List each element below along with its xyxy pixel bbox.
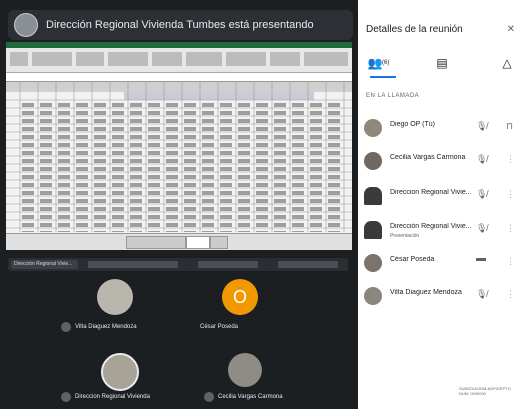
participant-tile[interactable]: Cecilia Vargas Carmona <box>200 345 330 405</box>
presenter-avatar <box>14 13 38 37</box>
mic-icon <box>61 392 71 402</box>
presenting-banner: Dirección Regional Vivienda Tumbes está … <box>8 10 353 40</box>
excel-ribbon <box>6 48 352 73</box>
more-options-icon[interactable]: ⋮ <box>506 154 515 165</box>
avatar-initial: O <box>232 286 247 307</box>
participant-status: Presentación <box>390 233 420 239</box>
mic-off-icon[interactable]: 🎙︎̸ <box>476 189 487 200</box>
presenter-label: Dirección Regional Vivie... <box>11 260 78 269</box>
presenter-strip: Dirección Regional Vivie... <box>8 258 348 271</box>
avatar <box>228 353 262 387</box>
participant-name: Dirección Regional Vivie... <box>390 223 472 230</box>
avatar: O <box>222 279 258 315</box>
avatar <box>364 254 382 272</box>
sheet-tabs <box>6 233 352 250</box>
avatar <box>364 152 382 170</box>
tile-name: Direccion Regional Vivienda <box>75 394 150 400</box>
participant-name: Diego OP (Tú) <box>390 121 435 128</box>
more-options-icon[interactable]: ⋮ <box>506 256 515 267</box>
speaking-icon: ▬ <box>476 253 486 264</box>
chat-tab-icon[interactable]: ▤ <box>433 56 451 72</box>
participant-row[interactable]: Dirección Regional Vivie... Presentación… <box>358 217 521 245</box>
close-icon[interactable]: ✕ <box>507 24 515 35</box>
more-options-icon[interactable]: ⋮ <box>506 189 515 200</box>
watermark-stamp: SUNEDU/ODM-ADP/DEPTO NUM: 0000000 <box>459 386 511 396</box>
participant-name: César Poseda <box>390 256 435 263</box>
participant-tile[interactable]: Direccion Regional Vivienda <box>55 345 185 405</box>
meeting-details-panel: Detalles de la reunión ✕ 👥 (6) ▤ △ EN LA… <box>358 0 521 409</box>
participant-row[interactable]: Diego OP (Tú) 🎙︎̸ ⊓ <box>358 115 521 143</box>
participant-name: Vilta Diaguez Mendoza <box>390 289 462 296</box>
participant-tile[interactable]: O César Poseda <box>180 275 300 340</box>
participant-name: Cecilia Vargas Carmona <box>390 154 466 161</box>
avatar <box>364 221 382 239</box>
tile-name: Vilta Diaguez Mendoza <box>75 324 137 330</box>
active-tab-indicator <box>370 76 396 78</box>
participant-name: Direccion Regional Vivie... <box>390 189 472 196</box>
avatar <box>101 353 139 391</box>
spreadsheet-grid <box>6 82 352 232</box>
people-count: (6) <box>382 60 390 66</box>
mic-off-icon[interactable]: 🎙︎̸ <box>476 154 487 165</box>
tile-name: Cecilia Vargas Carmona <box>218 394 283 400</box>
mic-off-icon[interactable]: 🎙︎̸ <box>476 121 487 132</box>
participant-row[interactable]: César Poseda ▬ ⋮ <box>358 250 521 278</box>
formula-bar <box>6 73 352 82</box>
avatar <box>364 187 382 205</box>
participant-tile[interactable]: Vilta Diaguez Mendoza <box>55 275 175 340</box>
avatar <box>364 287 382 305</box>
mic-off-icon[interactable]: 🎙︎̸ <box>476 223 487 234</box>
avatar <box>97 279 133 315</box>
presentation-area: Dirección Regional Vivienda Tumbes está … <box>0 0 358 409</box>
section-label: EN LA LLAMADA <box>366 93 420 99</box>
pin-icon[interactable]: ⊓ <box>506 121 513 132</box>
participant-row[interactable]: Vilta Diaguez Mendoza 🎙︎̸ ⋮ <box>358 283 521 311</box>
mic-off-icon[interactable]: 🎙︎̸ <box>476 289 487 300</box>
banner-text: Dirección Regional Vivienda Tumbes está … <box>46 19 314 31</box>
shared-screen <box>6 42 352 250</box>
tile-name: César Poseda <box>200 324 239 330</box>
more-options-icon[interactable]: ⋮ <box>506 289 515 300</box>
avatar <box>364 119 382 137</box>
participant-row[interactable]: Cecilia Vargas Carmona 🎙︎̸ ⋮ <box>358 148 521 176</box>
panel-title: Detalles de la reunión <box>366 24 463 35</box>
participant-row[interactable]: Direccion Regional Vivie... 🎙︎̸ ⋮ <box>358 183 521 211</box>
activities-tab-icon[interactable]: △ <box>498 56 516 72</box>
mic-icon <box>204 392 214 402</box>
more-options-icon[interactable]: ⋮ <box>506 223 515 234</box>
mic-icon <box>61 322 71 332</box>
